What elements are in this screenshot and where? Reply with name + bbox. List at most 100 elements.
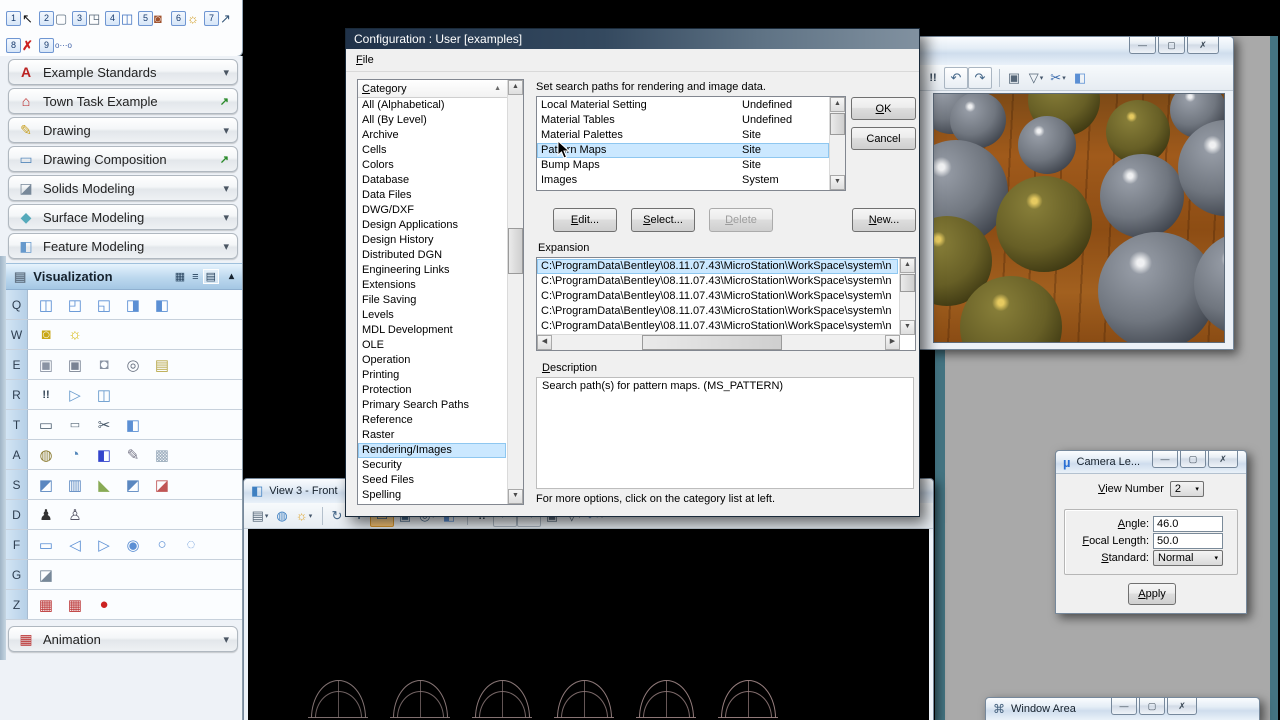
section-animation[interactable]: ▦ Animation ▾ [8,626,238,652]
film-preview-icon[interactable]: ▦ [64,594,86,616]
section-surface-modeling[interactable]: ◆ Surface Modeling ▾ [8,204,238,230]
pane-scrollbar[interactable] [0,256,6,660]
search-path-row[interactable]: Material Tables Undefined [537,113,829,128]
assign-material-icon[interactable]: ◧ [93,444,115,466]
expansion-hscrollbar[interactable]: ◀ ▶ [537,334,900,350]
walk-icon[interactable]: ♟ [35,504,57,526]
expansion-path-row[interactable]: C:\ProgramData\Bentley\08.11.07.43\Micro… [537,289,898,304]
icon-view-stacked[interactable]: ▤ [202,269,219,284]
display-style-icon[interactable]: ◍ [271,506,293,526]
expansion-path-row[interactable]: C:\ProgramData\Bentley\08.11.07.43\Micro… [537,274,898,289]
render-mode-icon[interactable]: ▽ [1025,68,1047,88]
section-drawing-composition[interactable]: ▭ Drawing Composition ↗ [8,146,238,172]
delete-element-icon[interactable]: 8 ✗ [6,31,39,53]
category-item[interactable]: Primary Search Paths [358,398,506,413]
standard-dropdown[interactable]: Normal ▾ [1153,550,1223,566]
view-number-dropdown[interactable]: 2 ▾ [1169,481,1204,497]
copy-view-icon[interactable]: ▣ [1003,68,1025,88]
section-drawing[interactable]: ✎ Drawing ▾ [8,117,238,143]
field-input[interactable]: 50.0 [1153,533,1223,549]
place-shape-ellipse-icon[interactable]: ◌ [180,534,202,556]
camera-lens-icon[interactable]: ◎ [122,354,144,376]
category-item[interactable]: Design Applications [358,218,506,233]
camera-settings-icon[interactable]: ▣ [64,354,86,376]
models-icon[interactable]: 4 ◫ [105,4,138,26]
cube-clip-icon[interactable]: ◧ [122,414,144,436]
category-item[interactable]: Operation [358,353,506,368]
place-slab-icon[interactable]: ◫ [35,294,57,316]
apply-button[interactable]: Apply [1128,583,1176,605]
category-item[interactable]: Design History [358,233,506,248]
drop-element-icon[interactable]: 3 ◳ [72,4,105,26]
axis-icon[interactable]: ◣ [93,474,115,496]
category-item[interactable]: All (Alphabetical) [358,98,506,113]
select-button[interactable]: Select... [631,208,695,232]
close-button[interactable]: ✗ [1208,451,1238,468]
category-item[interactable]: Security [358,458,506,473]
expansion-path-row[interactable]: C:\ProgramData\Bentley\08.11.07.43\Micro… [537,304,898,319]
fence-icon[interactable]: 2 ▢ [39,4,72,26]
section-solids-modeling[interactable]: ◪ Solids Modeling ▾ [8,175,238,201]
section-example-standards[interactable]: A Example Standards ▾ [8,59,238,85]
restore-button[interactable]: ▢ [1139,698,1165,715]
minimize-button[interactable]: — [1111,698,1137,715]
ok-button[interactable]: OK [851,97,916,120]
chevron-up-icon[interactable]: ▴ [229,271,234,282]
scroll-thumb[interactable] [900,274,915,292]
delete-button[interactable]: Delete [709,208,773,232]
scroll-down-icon[interactable]: ▼ [830,175,845,190]
color-palette-icon[interactable]: 5 ◙ [138,4,171,26]
cancel-button[interactable]: Cancel [851,127,916,150]
chevron-down-icon[interactable]: ▾ [223,211,229,224]
chevron-down-icon[interactable]: ▾ [223,66,229,79]
scroll-up-icon[interactable]: ▲ [900,258,915,273]
clip-mask-icon[interactable]: ◧ [1069,68,1091,88]
light-icon[interactable]: 6 ☼ [171,4,204,26]
configuration-dialog-titlebar[interactable]: Configuration : User [examples] [346,29,919,49]
redo-view-icon[interactable]: ↷ [968,66,992,89]
place-light-icon[interactable]: ☼ [64,324,86,346]
paths-scrollbar[interactable]: ▲ ▼ [829,97,845,190]
scroll-right-icon[interactable]: ▶ [885,335,900,350]
category-item[interactable]: Archive [358,128,506,143]
place-shape-rect-icon[interactable]: ▭ [35,534,57,556]
category-item[interactable]: OLE [358,338,506,353]
render-window-icon[interactable]: ◫ [93,384,115,406]
scroll-down-icon[interactable]: ▼ [508,489,523,504]
setup-multi-icon[interactable]: ◩ [122,474,144,496]
category-item[interactable]: Levels [358,308,506,323]
chevron-down-icon[interactable]: ▾ [223,240,229,253]
place-shape-arrow-icon[interactable]: ▷ [93,534,115,556]
freeze-material-icon[interactable]: ▩ [151,444,173,466]
view-flags-icon[interactable]: !! [922,68,944,88]
category-item[interactable]: Database [358,173,506,188]
separator[interactable] [318,506,323,525]
category-item[interactable]: MDL Development [358,323,506,338]
change-view-icon[interactable]: 7 ↗ [204,4,237,26]
minimize-button[interactable]: — [1152,451,1178,468]
menu-file[interactable]: File [346,51,384,69]
view3-viewport[interactable] [248,529,929,720]
chevron-down-icon[interactable]: ▾ [223,124,229,137]
view-attributes-icon[interactable]: ▤ [249,506,271,526]
category-item[interactable]: Extensions [358,278,506,293]
chevron-down-icon[interactable]: ↗ [220,95,229,108]
minimize-button[interactable]: — [1129,37,1156,54]
query-material-icon[interactable]: ✎ [122,444,144,466]
icon-view-list[interactable]: ≡ [190,271,200,283]
category-item[interactable]: DWG/DXF [358,203,506,218]
category-item[interactable]: Printing [358,368,506,383]
place-shape-octagon-icon[interactable]: ◉ [122,534,144,556]
expansion-path-row[interactable]: C:\ProgramData\Bentley\08.11.07.43\Micro… [537,259,898,274]
record-icon[interactable]: ● [93,594,115,616]
measure-icon[interactable]: 9 o⋯o [39,31,72,53]
new-button[interactable]: New... [852,208,916,232]
place-torus-icon[interactable]: ◧ [151,294,173,316]
scroll-thumb[interactable] [508,228,523,274]
separator[interactable] [995,68,1000,87]
search-path-row[interactable]: Pattern Maps Site [537,143,829,158]
section-feature-modeling[interactable]: ◧ Feature Modeling ▾ [8,233,238,259]
element-selection-icon[interactable]: 1 ↖ [6,4,39,26]
category-item[interactable]: All (By Level) [358,113,506,128]
scroll-down-icon[interactable]: ▼ [900,320,915,335]
